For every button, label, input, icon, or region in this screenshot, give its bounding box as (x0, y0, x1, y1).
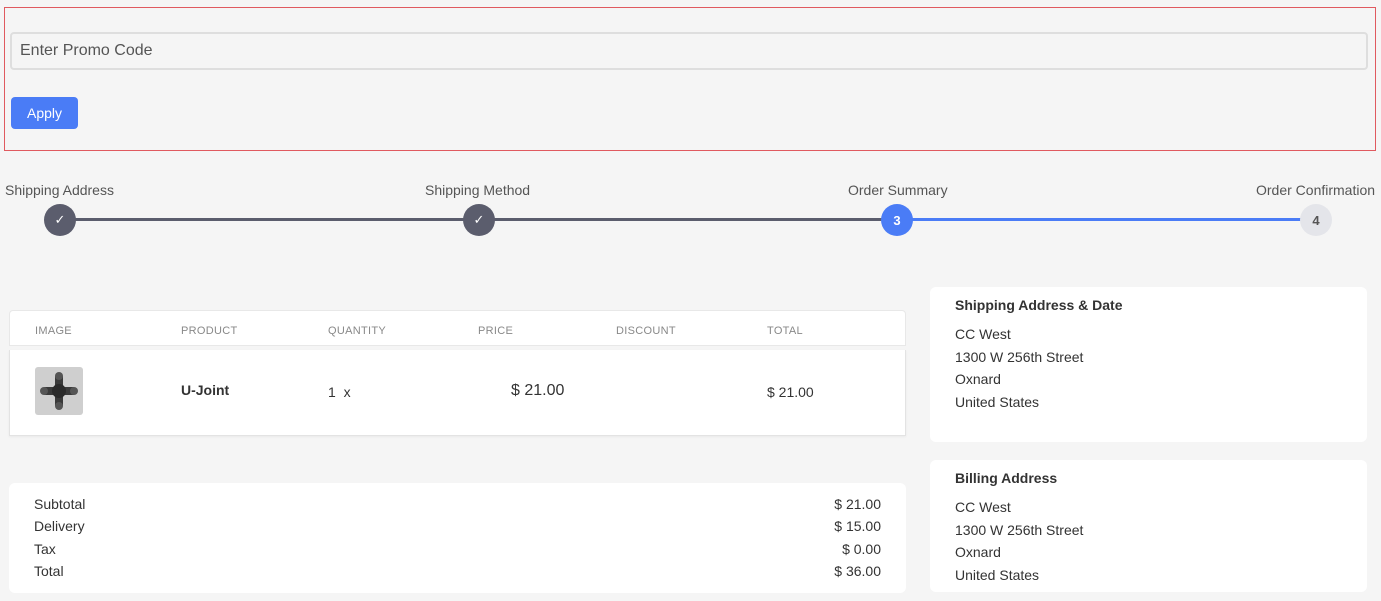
shipping-card-title: Shipping Address & Date (955, 297, 1123, 313)
u-joint-image[interactable] (35, 367, 83, 415)
step-connector-1 (60, 218, 479, 221)
column-header-product: PRODUCT (181, 325, 238, 337)
step-label-shipping-address: Shipping Address (5, 182, 114, 198)
step-label-order-summary: Order Summary (848, 182, 948, 198)
cart-table-header: IMAGE PRODUCT QUANTITY PRICE DISCOUNT TO… (9, 310, 906, 346)
price-value: $ 21.00 (511, 382, 565, 399)
tax-label: Tax (34, 541, 56, 557)
shipping-city: Oxnard (955, 371, 1001, 387)
product-name[interactable]: U-Joint (181, 382, 229, 398)
shipping-name: CC West (955, 326, 1011, 342)
tax-value: $ 0.00 (842, 541, 881, 557)
u-joint-icon (39, 371, 79, 411)
column-header-image: IMAGE (35, 325, 72, 337)
billing-card-title: Billing Address (955, 470, 1058, 486)
step-1-check-icon[interactable]: ✓ (44, 204, 76, 236)
billing-city: Oxnard (955, 544, 1001, 560)
step-label-order-confirmation: Order Confirmation (1256, 182, 1376, 198)
step-connector-3 (897, 218, 1316, 221)
subtotal-label: Subtotal (34, 496, 86, 512)
order-totals: Subtotal $ 21.00 Delivery $ 15.00 Tax $ … (9, 483, 906, 593)
checkout-stepper: Shipping Address Shipping Method Order S… (0, 180, 1381, 240)
table-row: U-Joint 1 x $ 21.00 $ 21.00 (9, 350, 906, 436)
column-header-discount: DISCOUNT (616, 325, 676, 337)
quantity-number: 1 (328, 384, 336, 400)
column-header-total: TOTAL (767, 325, 803, 337)
promo-code-input[interactable] (10, 32, 1368, 70)
quantity-suffix: x (343, 384, 351, 400)
shipping-address-card: Shipping Address & Date CC West 1300 W 2… (930, 287, 1367, 442)
subtotal-value: $ 21.00 (834, 496, 881, 512)
billing-street: 1300 W 256th Street (955, 521, 1084, 538)
apply-button[interactable]: Apply (11, 97, 78, 129)
grand-total-value: $ 36.00 (834, 563, 881, 579)
delivery-label: Delivery (34, 518, 85, 534)
shipping-street: 1300 W 256th Street (955, 348, 1084, 365)
step-connector-2 (479, 218, 897, 221)
billing-country: United States (955, 566, 1040, 583)
billing-name: CC West (955, 499, 1011, 515)
step-3-marker[interactable]: 3 (881, 204, 913, 236)
column-header-price: PRICE (478, 325, 514, 337)
step-4-marker: 4 (1300, 204, 1332, 236)
column-header-quantity: QUANTITY (328, 325, 387, 337)
total-label: Total (34, 563, 64, 579)
step-2-check-icon[interactable]: ✓ (463, 204, 495, 236)
step-label-shipping-method: Shipping Method (425, 182, 531, 198)
quantity-value: 1 x (328, 384, 351, 400)
delivery-value: $ 15.00 (834, 518, 881, 534)
shipping-country: United States (955, 393, 1040, 410)
billing-address-card: Billing Address CC West 1300 W 256th Str… (930, 460, 1367, 592)
total-value: $ 21.00 (767, 384, 814, 400)
promo-code-section: Apply (4, 7, 1376, 151)
